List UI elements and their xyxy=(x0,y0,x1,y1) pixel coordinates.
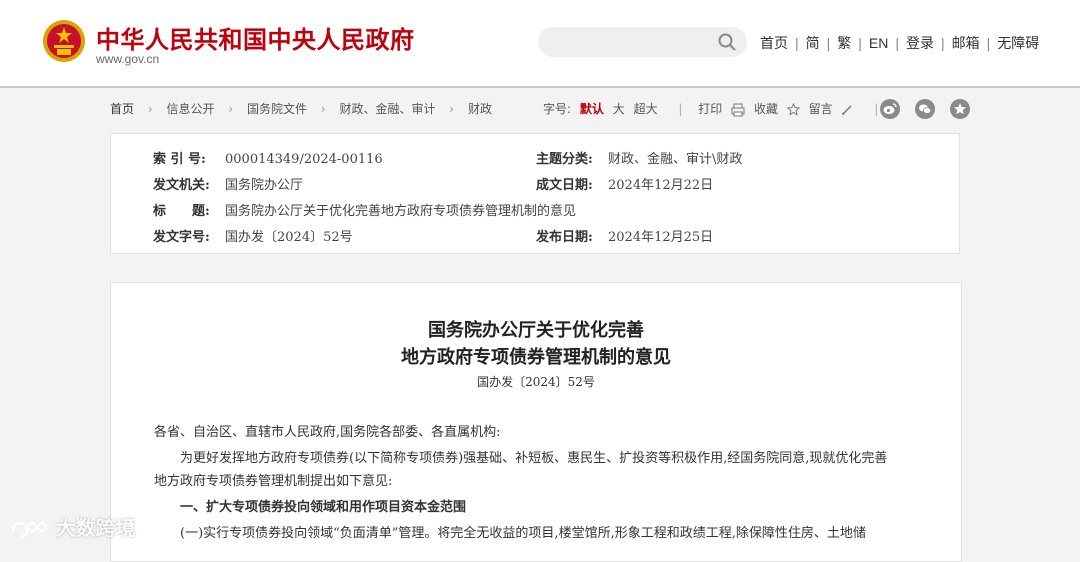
search-icon[interactable] xyxy=(717,32,737,52)
chevron-right-icon: › xyxy=(449,101,455,116)
site-url: www.gov.cn xyxy=(96,52,160,66)
meta-index-value: 000014349/2024-00116 xyxy=(225,152,383,167)
site-title[interactable]: 中华人民共和国中央人民政府 xyxy=(96,20,415,55)
separator: | xyxy=(874,102,879,116)
document-title-line2: 地方政府专项债券管理机制的意见 xyxy=(401,347,671,368)
meta-published-label: 发布日期: xyxy=(536,230,593,245)
meta-issuer-label: 发文机关: xyxy=(153,178,210,193)
meta-created: 成文日期: 2024年12月22日 xyxy=(536,174,713,193)
watermark: 大数跨境 xyxy=(10,512,136,541)
separator: | xyxy=(986,35,991,51)
pencil-icon xyxy=(842,104,852,115)
star-icon xyxy=(786,103,800,116)
font-size-default[interactable]: 默认 xyxy=(580,102,604,116)
separator: | xyxy=(895,35,900,51)
page-tools: 字号: 默认 大 超大 | 打印 收藏 留言 | xyxy=(543,100,890,117)
link-simplified[interactable]: 简 xyxy=(806,35,820,51)
favorite-star-icon[interactable] xyxy=(950,98,971,119)
meta-index: 索 引 号: 000014349/2024-00116 xyxy=(153,148,383,167)
section-heading-1: 一、扩大专项债券投向领域和用作项目资本金范围 xyxy=(180,500,467,515)
meta-category-value: 财政、金融、审计\财政 xyxy=(608,152,743,167)
separator: | xyxy=(858,35,862,51)
meta-index-label: 索 引 号: xyxy=(153,152,206,167)
document-metadata: 索 引 号: 000014349/2024-00116 主题分类: 财政、金融、审计… xyxy=(110,133,960,254)
meta-issuer: 发文机关: 国务院办公厅 xyxy=(153,174,303,193)
paragraph-1-line2: 地方政府专项债券管理机制提出如下意见: xyxy=(154,474,393,489)
link-accessibility[interactable]: 无障碍 xyxy=(997,35,1039,51)
document-number: 国办发〔2024〕52号 xyxy=(477,375,595,389)
search-box[interactable] xyxy=(538,27,747,57)
chevron-right-icon: › xyxy=(320,101,326,116)
link-login[interactable]: 登录 xyxy=(906,35,934,51)
top-links: 首页 | 简 | 繁 | EN | 登录 | 邮箱 | 无障碍 xyxy=(760,33,1039,53)
meta-published: 发布日期: 2024年12月25日 xyxy=(536,226,713,245)
breadcrumb-state-council-docs[interactable]: 国务院文件 xyxy=(247,100,307,117)
font-size-label: 字号: xyxy=(543,102,572,116)
watermark-logo-icon xyxy=(11,521,47,538)
meta-created-label: 成文日期: xyxy=(536,178,593,193)
link-mail[interactable]: 邮箱 xyxy=(952,35,980,51)
national-emblem-icon[interactable] xyxy=(42,19,86,63)
separator: | xyxy=(941,35,945,51)
breadcrumb-finance-category[interactable]: 财政、金融、审计 xyxy=(339,100,435,117)
chevron-right-icon: › xyxy=(147,101,153,116)
meta-title-label: 标 题: xyxy=(153,204,210,219)
separator: | xyxy=(795,35,799,51)
font-size-large[interactable]: 大 xyxy=(613,102,625,116)
document-title-line1: 国务院办公厅关于优化完善 xyxy=(428,320,644,341)
weibo-icon[interactable] xyxy=(880,98,900,119)
search-input[interactable] xyxy=(552,32,716,54)
meta-published-value: 2024年12月25日 xyxy=(608,230,714,245)
meta-docno-label: 发文字号: xyxy=(153,230,210,245)
font-size-xlarge[interactable]: 超大 xyxy=(634,102,658,116)
print-button[interactable]: 打印 xyxy=(698,102,749,116)
breadcrumb-home[interactable]: 首页 xyxy=(110,100,134,117)
paragraph-1-line1: 为更好发挥地方政府专项债券(以下简称专项债券)强基础、补短板、惠民生、扩投资等积… xyxy=(180,451,888,466)
wechat-icon[interactable] xyxy=(915,98,936,119)
separator: | xyxy=(826,35,831,51)
meta-category-label: 主题分类: xyxy=(536,152,593,167)
printer-icon xyxy=(731,103,745,116)
meta-category: 主题分类: 财政、金融、审计\财政 xyxy=(536,148,742,167)
link-traditional[interactable]: 繁 xyxy=(837,35,851,51)
favorite-button[interactable]: 收藏 xyxy=(754,102,804,116)
document-salutation: 各省、自治区、直辖市人民政府,国务院各部委、各直属机构: xyxy=(154,425,501,440)
link-english[interactable]: EN xyxy=(869,35,888,51)
meta-title-value: 国务院办公厅关于优化完善地方政府专项债券管理机制的意见 xyxy=(225,204,577,219)
print-label: 打印 xyxy=(698,102,723,116)
document-paragraph-1: 为更好发挥地方政府专项债券(以下简称专项债券)强基础、补短板、惠民生、扩投资等积… xyxy=(154,447,924,470)
share-icons xyxy=(880,98,980,119)
watermark-text: 大数跨境 xyxy=(55,518,136,540)
meta-issuer-value: 国务院办公厅 xyxy=(225,178,304,193)
link-home[interactable]: 首页 xyxy=(760,35,788,51)
document-body: 国务院办公厅关于优化完善 地方政府专项债券管理机制的意见 国办发〔2024〕52… xyxy=(110,282,962,562)
breadcrumb-info-public[interactable]: 信息公开 xyxy=(166,100,214,117)
separator: | xyxy=(678,102,683,116)
meta-docno-value: 国办发〔2024〕52号 xyxy=(225,230,353,245)
chevron-right-icon: › xyxy=(228,101,234,116)
site-header: 中华人民共和国中央人民政府 www.gov.cn 首页 | 简 | 繁 | EN | 登录 | 邮箱… xyxy=(0,0,1080,88)
meta-docno: 发文字号: 国办发〔2024〕52号 xyxy=(153,226,353,245)
comment-label: 留言 xyxy=(808,102,833,116)
comment-button[interactable]: 留言 xyxy=(809,102,858,116)
meta-created-value: 2024年12月22日 xyxy=(608,178,714,193)
favorite-label: 收藏 xyxy=(753,102,778,116)
breadcrumb-finance[interactable]: 财政 xyxy=(468,100,492,117)
meta-title: 标 题: 国务院办公厅关于优化完善地方政府专项债券管理机制的意见 xyxy=(153,200,576,219)
document-paragraph-2: (一)实行专项债券投向领域“负面清单”管理。将完全无收益的项目,楼堂馆所,形象工… xyxy=(180,526,866,541)
